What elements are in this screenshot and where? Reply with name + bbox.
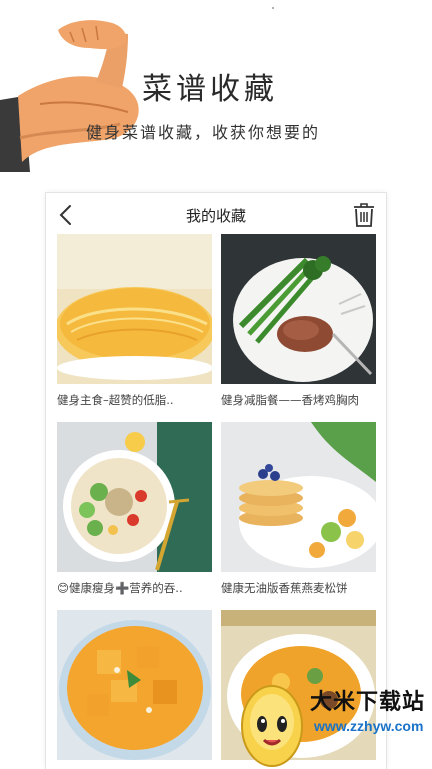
recipe-thumbnail [221, 234, 376, 384]
flexing-arm-icon [0, 20, 139, 172]
recipe-thumbnail [57, 234, 212, 384]
trash-icon[interactable] [352, 202, 376, 228]
watermark-url: www.zzhyw.com [314, 718, 424, 734]
nav-bar: 我的收藏 [46, 193, 386, 237]
promo-subtitle: 健身菜谱收藏，收获你想要的 [86, 123, 321, 142]
watermark: 大米下载站 www.zzhyw.com [228, 676, 432, 768]
recipe-title: 健身减脂餐——香烤鸡胸肉 [221, 393, 359, 407]
recipe-thumbnail [57, 422, 212, 572]
recipe-thumbnail [221, 422, 376, 572]
recipe-title: 😊健康瘦身➕营养的吞.. [57, 581, 183, 595]
recipe-title: 健身主食–超赞的低脂.. [57, 393, 174, 407]
page-title: 我的收藏 [185, 207, 246, 225]
watermark-name: 大米下载站 [310, 690, 426, 715]
promo-banner: 菜谱收藏 健身菜谱收藏，收获你想要的 [0, 0, 432, 185]
promo-title: 菜谱收藏 [142, 72, 278, 107]
decorative-dot [272, 7, 274, 9]
recipe-thumbnail [57, 610, 212, 760]
rice-mascot-icon [241, 685, 303, 767]
recipe-title: 健康无油版香蕉燕麦松饼 [221, 581, 348, 595]
